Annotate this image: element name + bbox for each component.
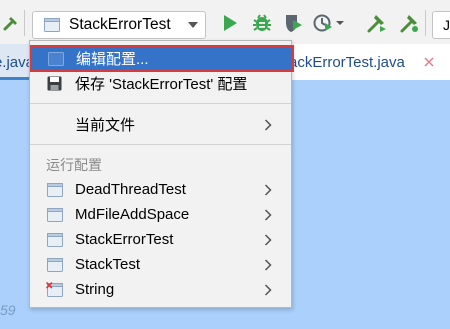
menu-divider	[30, 103, 291, 104]
run-configurations-header: 运行配置	[46, 157, 102, 173]
save-config-item[interactable]: 保存 'StackErrorTest' 配置	[30, 71, 291, 96]
truncated-toolbar-field[interactable]: J	[432, 11, 450, 39]
save-icon	[46, 76, 63, 91]
main-toolbar: StackErrorTest J	[0, 0, 450, 44]
config-label: MdFileAddSpace	[75, 206, 190, 223]
chevron-right-icon	[263, 283, 273, 296]
run-config-icon	[46, 182, 63, 197]
save-config-label: 保存 'StackErrorTest' 配置	[75, 76, 248, 93]
modify-debug-icon[interactable]	[398, 13, 420, 33]
toolbar-separator	[425, 10, 426, 36]
run-config-icon	[46, 257, 63, 272]
debug-icon[interactable]	[252, 13, 272, 33]
edit-config-icon	[47, 51, 64, 66]
chevron-right-icon	[263, 208, 273, 221]
close-icon[interactable]	[423, 55, 435, 67]
run-config-dropdown: 编辑配置... 保存 'StackErrorTest' 配置 当前文件 运行配置…	[29, 40, 294, 308]
play-icon[interactable]	[221, 13, 239, 33]
run-config-icon	[46, 232, 63, 247]
run-config-selector[interactable]: StackErrorTest	[32, 11, 206, 39]
config-label: String	[75, 281, 115, 298]
edit-configurations-item[interactable]: 编辑配置...	[30, 45, 294, 72]
config-item-stackerrortest[interactable]: StackErrorTest	[30, 227, 291, 252]
config-label: DeadThreadTest	[75, 181, 186, 198]
modify-run-icon[interactable]	[365, 13, 387, 33]
hammer-icon[interactable]	[2, 13, 22, 33]
run-config-label: StackErrorTest	[69, 16, 171, 33]
config-item-stacktest[interactable]: StackTest	[30, 252, 291, 277]
menu-divider	[30, 144, 291, 145]
coverage-icon[interactable]	[283, 13, 303, 33]
chevron-right-icon	[263, 258, 273, 271]
tab-stackerrortest[interactable]: ackErrorTest.java	[280, 44, 450, 80]
profile-icon[interactable]	[313, 13, 345, 33]
current-file-label: 当前文件	[75, 117, 136, 134]
run-config-icon	[46, 207, 63, 222]
config-label: StackErrorTest	[75, 231, 174, 248]
tab-right-label: ackErrorTest.java	[289, 54, 405, 71]
current-file-item[interactable]: 当前文件	[30, 112, 291, 137]
run-config-icon	[44, 18, 60, 32]
config-item-mdfileaddspace[interactable]: MdFileAddSpace	[30, 202, 291, 227]
config-item-string[interactable]: String	[30, 277, 291, 302]
config-label: StackTest	[75, 256, 141, 273]
chevron-right-icon	[263, 233, 273, 246]
chevron-right-icon	[263, 183, 273, 196]
config-item-deadthreadtest[interactable]: DeadThreadTest	[30, 177, 291, 202]
chevron-right-icon	[263, 118, 273, 131]
toolbar-separator	[24, 10, 25, 36]
chevron-down-icon	[187, 20, 199, 30]
edit-configurations-label: 编辑配置...	[76, 51, 149, 68]
line-number-fragment: 59	[0, 302, 16, 318]
run-config-error-icon	[46, 282, 63, 297]
